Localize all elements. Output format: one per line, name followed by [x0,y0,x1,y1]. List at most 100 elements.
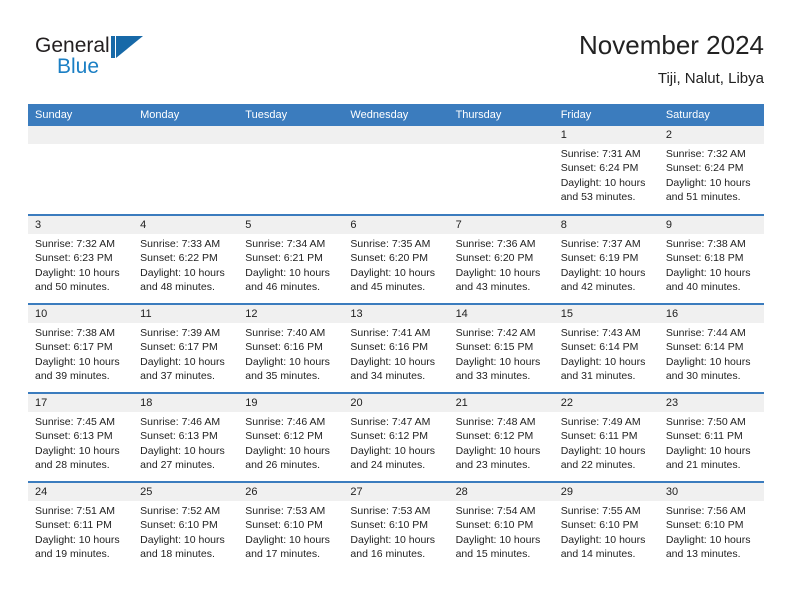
sunset-text: Sunset: 6:16 PM [245,341,323,354]
calendar-day-cell[interactable]: 14 Sunrise: 7:42 AM Sunset: 6:15 PM Dayligh… [448,303,554,393]
sunset-text: Sunset: 6:17 PM [35,341,113,354]
sunrise-text: Sunrise: 7:38 AM [35,327,115,339]
calendar-day-cell[interactable]: 12 Sunrise: 7:40 AM Sunset: 6:16 PM Dayligh… [238,303,344,393]
daylight-text-line1: Daylight: 10 hours [455,355,541,368]
day-number: 22 [553,394,659,412]
daylight-text-line2: and 42 minutes. [560,281,636,294]
calendar-page: General Blue November 2024 Tiji, Nalut, … [0,0,792,612]
calendar-day-cell[interactable]: 21 Sunrise: 7:48 AM Sunset: 6:12 PM Dayligh… [448,392,554,482]
calendar-day-cell[interactable]: 26 Sunrise: 7:53 AM Sunset: 6:10 PM Dayligh… [238,481,344,571]
sunrise-text: Sunrise: 7:44 AM [665,327,746,339]
day-details: Sunrise: 7:32 AM Sunset: 6:24 PM Daylight:… [659,144,764,205]
sunset-text: Sunset: 6:10 PM [140,519,218,532]
sunrise-text: Sunrise: 7:50 AM [665,416,746,428]
daylight-text-line2: and 31 minutes. [560,370,636,383]
sunset-text: Sunset: 6:22 PM [140,252,218,265]
day-number: 26 [238,483,344,501]
calendar-day-cell[interactable]: 23 Sunrise: 7:50 AM Sunset: 6:11 PM Dayligh… [658,392,764,482]
day-number: 30 [658,483,764,501]
calendar-body: 1 Sunrise: 7:31 AM Sunset: 6:24 PM Daylight… [28,126,764,571]
logo-text-blue: Blue [57,55,100,78]
calendar-day-cell[interactable]: 8 Sunrise: 7:37 AM Sunset: 6:19 PM Daylight… [553,214,659,304]
sunset-text: Sunset: 6:24 PM [665,162,744,175]
daylight-text-line2: and 14 minutes. [560,548,636,561]
day-number: 21 [448,394,554,412]
daylight-text-line1: Daylight: 10 hours [140,266,225,279]
day-details: Sunrise: 7:52 AM Sunset: 6:10 PM Daylight:… [133,501,238,562]
calendar-day-cell[interactable]: 16 Sunrise: 7:44 AM Sunset: 6:14 PM Dayligh… [658,303,764,393]
daylight-text-line1: Daylight: 10 hours [350,266,436,279]
day-details: Sunrise: 7:47 AM Sunset: 6:12 PM Daylight:… [343,412,448,473]
daylight-text-line1: Daylight: 10 hours [140,355,225,368]
sunrise-text: Sunrise: 7:41 AM [350,327,431,339]
triangle-logo-icon [111,36,143,58]
calendar-day-cell[interactable]: 29 Sunrise: 7:55 AM Sunset: 6:10 PM Dayligh… [553,481,659,571]
calendar-day-cell[interactable]: 7 Sunrise: 7:36 AM Sunset: 6:20 PM Daylight… [448,214,554,304]
daylight-text-line2: and 26 minutes. [245,459,320,472]
sunrise-text: Sunrise: 7:43 AM [560,327,641,339]
day-details: Sunrise: 7:55 AM Sunset: 6:10 PM Daylight:… [554,501,659,562]
daylight-text-line2: and 53 minutes. [560,191,636,204]
weekday-header-saturday: Saturday [658,104,764,126]
calendar-header-row: Sunday Monday Tuesday Wednesday Thursday… [28,104,764,126]
calendar-day-cell-empty [133,126,239,215]
calendar-day-cell[interactable]: 10 Sunrise: 7:38 AM Sunset: 6:17 PM Dayligh… [28,303,134,393]
daylight-text-line2: and 23 minutes. [455,459,531,472]
day-number [238,126,344,144]
calendar-day-cell[interactable]: 20 Sunrise: 7:47 AM Sunset: 6:12 PM Dayligh… [343,392,449,482]
sunset-text: Sunset: 6:13 PM [35,430,113,443]
daylight-text-line1: Daylight: 10 hours [245,444,330,457]
day-details: Sunrise: 7:37 AM Sunset: 6:19 PM Daylight:… [554,234,659,295]
day-number: 13 [343,305,449,323]
calendar-day-cell[interactable]: 2 Sunrise: 7:32 AM Sunset: 6:24 PM Daylight… [658,126,764,215]
day-number: 19 [238,394,344,412]
calendar-day-cell[interactable]: 18 Sunrise: 7:46 AM Sunset: 6:13 PM Dayligh… [133,392,239,482]
day-number: 5 [238,216,344,234]
calendar-day-cell[interactable]: 25 Sunrise: 7:52 AM Sunset: 6:10 PM Dayligh… [133,481,239,571]
general-blue-logo[interactable]: General Blue [35,34,165,86]
calendar-day-cell[interactable]: 27 Sunrise: 7:53 AM Sunset: 6:10 PM Dayligh… [343,481,449,571]
sunset-text: Sunset: 6:24 PM [560,162,639,175]
daylight-text-line1: Daylight: 10 hours [665,355,751,368]
day-details: Sunrise: 7:51 AM Sunset: 6:11 PM Daylight:… [28,501,133,562]
day-details: Sunrise: 7:34 AM Sunset: 6:21 PM Daylight:… [238,234,343,295]
calendar-day-cell[interactable]: 17 Sunrise: 7:45 AM Sunset: 6:13 PM Dayligh… [28,392,134,482]
calendar-day-cell[interactable]: 3 Sunrise: 7:32 AM Sunset: 6:23 PM Daylight… [28,214,134,304]
daylight-text-line1: Daylight: 10 hours [455,533,541,546]
calendar-day-cell[interactable]: 1 Sunrise: 7:31 AM Sunset: 6:24 PM Daylight… [553,126,659,215]
sunrise-text: Sunrise: 7:39 AM [140,327,221,339]
calendar-day-cell[interactable]: 6 Sunrise: 7:35 AM Sunset: 6:20 PM Daylight… [343,214,449,304]
calendar-day-cell[interactable]: 19 Sunrise: 7:46 AM Sunset: 6:12 PM Dayligh… [238,392,344,482]
sunrise-text: Sunrise: 7:52 AM [140,505,221,517]
sunrise-text: Sunrise: 7:48 AM [455,416,536,428]
day-details: Sunrise: 7:36 AM Sunset: 6:20 PM Daylight:… [449,234,554,295]
day-number: 16 [658,305,764,323]
calendar-day-cell[interactable]: 24 Sunrise: 7:51 AM Sunset: 6:11 PM Dayligh… [28,481,134,571]
calendar-day-cell[interactable]: 9 Sunrise: 7:38 AM Sunset: 6:18 PM Daylight… [658,214,764,304]
sunrise-text: Sunrise: 7:53 AM [245,505,326,517]
calendar-day-cell[interactable]: 15 Sunrise: 7:43 AM Sunset: 6:14 PM Dayligh… [553,303,659,393]
day-details: Sunrise: 7:39 AM Sunset: 6:17 PM Daylight:… [133,323,238,384]
day-details: Sunrise: 7:32 AM Sunset: 6:23 PM Daylight:… [28,234,133,295]
calendar-day-cell[interactable]: 11 Sunrise: 7:39 AM Sunset: 6:17 PM Dayligh… [133,303,239,393]
calendar-day-cell[interactable]: 5 Sunrise: 7:34 AM Sunset: 6:21 PM Daylight… [238,214,344,304]
sunset-text: Sunset: 6:12 PM [455,430,534,443]
calendar-day-cell[interactable]: 28 Sunrise: 7:54 AM Sunset: 6:10 PM Dayligh… [448,481,554,571]
day-number: 25 [133,483,239,501]
daylight-text-line2: and 43 minutes. [455,281,531,294]
calendar-day-cell-empty [448,126,554,215]
sunrise-text: Sunrise: 7:33 AM [140,238,221,250]
daylight-text-line1: Daylight: 10 hours [350,533,436,546]
calendar-day-cell[interactable]: 4 Sunrise: 7:33 AM Sunset: 6:22 PM Daylight… [133,214,239,304]
sunrise-text: Sunrise: 7:47 AM [350,416,431,428]
calendar-day-cell-empty [343,126,449,215]
calendar-day-cell[interactable]: 13 Sunrise: 7:41 AM Sunset: 6:16 PM Dayligh… [343,303,449,393]
calendar-day-cell[interactable]: 22 Sunrise: 7:49 AM Sunset: 6:11 PM Dayligh… [553,392,659,482]
sunrise-text: Sunrise: 7:56 AM [665,505,746,517]
day-details: Sunrise: 7:46 AM Sunset: 6:13 PM Daylight:… [133,412,238,473]
daylight-text-line2: and 39 minutes. [35,370,110,383]
sunrise-text: Sunrise: 7:54 AM [455,505,536,517]
calendar-day-cell[interactable]: 30 Sunrise: 7:56 AM Sunset: 6:10 PM Dayligh… [658,481,764,571]
daylight-text-line2: and 50 minutes. [35,281,110,294]
sunset-text: Sunset: 6:10 PM [245,519,323,532]
